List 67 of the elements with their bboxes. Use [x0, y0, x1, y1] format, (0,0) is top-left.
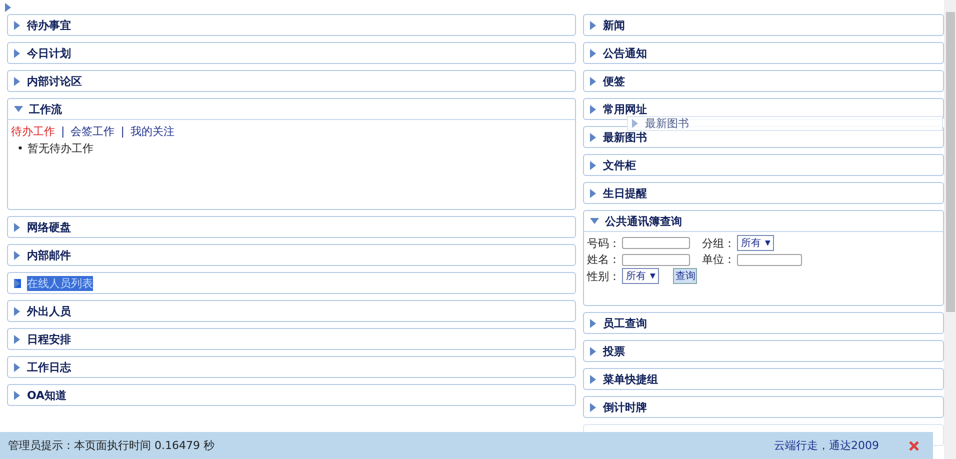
- bullet: •: [17, 142, 24, 156]
- panel-title[interactable]: 常用网址: [603, 102, 647, 116]
- expand-triangle-icon: [632, 119, 639, 128]
- expand-triangle-icon[interactable]: [14, 76, 21, 86]
- workflow-tab[interactable]: 会签工作: [70, 124, 115, 139]
- panel-title[interactable]: 倒计时牌: [603, 400, 647, 414]
- panel-title[interactable]: 日程安排: [27, 332, 71, 346]
- expand-triangle-icon[interactable]: [590, 318, 597, 328]
- panel-title[interactable]: 公共通讯簿查询: [605, 214, 682, 228]
- panel-title[interactable]: 最新图书: [603, 130, 647, 144]
- panel-title[interactable]: 今日计划: [27, 46, 71, 60]
- panel-title[interactable]: 外出人员: [27, 304, 71, 318]
- panel-title[interactable]: 网络硬盘: [27, 220, 71, 234]
- query-button[interactable]: 查询: [673, 268, 698, 284]
- panel-title[interactable]: 内部邮件: [27, 248, 71, 262]
- expand-triangle-icon[interactable]: [14, 334, 21, 344]
- expand-triangle-icon[interactable]: [590, 132, 597, 142]
- expand-triangle-icon[interactable]: [590, 402, 597, 412]
- panel-title[interactable]: 内部讨论区: [27, 74, 82, 88]
- panel-title[interactable]: 便签: [603, 74, 625, 88]
- panel-title[interactable]: 投票: [603, 344, 625, 358]
- panel-title[interactable]: 工作日志: [27, 360, 71, 374]
- panel-title[interactable]: 新闻: [603, 18, 625, 32]
- expand-triangle-icon[interactable]: [590, 76, 597, 86]
- panel-title[interactable]: 工作流: [29, 102, 62, 116]
- field-label: 号码：: [587, 236, 620, 250]
- field-label: 性别：: [587, 268, 620, 284]
- expand-triangle-icon[interactable]: [590, 188, 597, 198]
- expand-triangle-icon[interactable]: [14, 222, 21, 232]
- panel-title[interactable]: 菜单快捷组: [603, 372, 658, 386]
- field-label: 分组：: [702, 236, 735, 250]
- tab-separator: |: [61, 125, 65, 138]
- expand-triangle-icon[interactable]: [590, 48, 597, 58]
- drag-preview-tooltip[interactable]: 最新图书: [627, 116, 943, 131]
- input-field[interactable]: [622, 237, 690, 249]
- workflow-tab[interactable]: 待办工作: [11, 124, 55, 139]
- field-label: 单位：: [702, 252, 735, 267]
- collapse-triangle-icon[interactable]: [14, 106, 23, 112]
- scrollbar-thumb[interactable]: [946, 12, 955, 312]
- field-label: 姓名：: [587, 252, 620, 267]
- expand-triangle-icon[interactable]: [590, 20, 597, 30]
- panel-title[interactable]: 生日提醒: [603, 186, 647, 200]
- close-icon[interactable]: [909, 440, 919, 450]
- dragged-panel-title: 最新图书: [645, 116, 689, 131]
- panel-title[interactable]: 文件柜: [603, 158, 636, 172]
- expand-triangle-icon[interactable]: [14, 48, 21, 58]
- panel-title[interactable]: 待办事宜: [27, 18, 71, 32]
- tab-separator: |: [120, 125, 124, 138]
- panel-title[interactable]: 公告通知: [603, 46, 647, 60]
- expand-triangle-icon[interactable]: [14, 306, 21, 316]
- expand-triangle-icon[interactable]: [590, 160, 597, 170]
- collapse-triangle-icon[interactable]: [590, 218, 599, 224]
- workflow-item: 暂无待办工作: [28, 142, 94, 156]
- expand-triangle-icon[interactable]: [590, 104, 597, 114]
- brand-text: 云端行走，通达2009: [774, 438, 879, 453]
- workflow-tab[interactable]: 我的关注: [130, 124, 174, 139]
- expand-triangle-icon[interactable]: [590, 346, 597, 356]
- panel-title[interactable]: OA知道: [27, 388, 67, 402]
- expand-triangle-icon[interactable]: [590, 374, 597, 384]
- panel-title[interactable]: 员工查询: [603, 316, 647, 330]
- expand-triangle-icon[interactable]: [14, 250, 21, 260]
- input-field[interactable]: [622, 254, 690, 266]
- admin-hint: 管理员提示：本页面执行时间 0.16479 秒: [8, 438, 216, 453]
- input-field[interactable]: [737, 254, 802, 266]
- expand-triangle-icon[interactable]: [14, 362, 21, 372]
- expand-triangle-icon[interactable]: [14, 390, 21, 400]
- expand-triangle-icon[interactable]: [14, 278, 21, 288]
